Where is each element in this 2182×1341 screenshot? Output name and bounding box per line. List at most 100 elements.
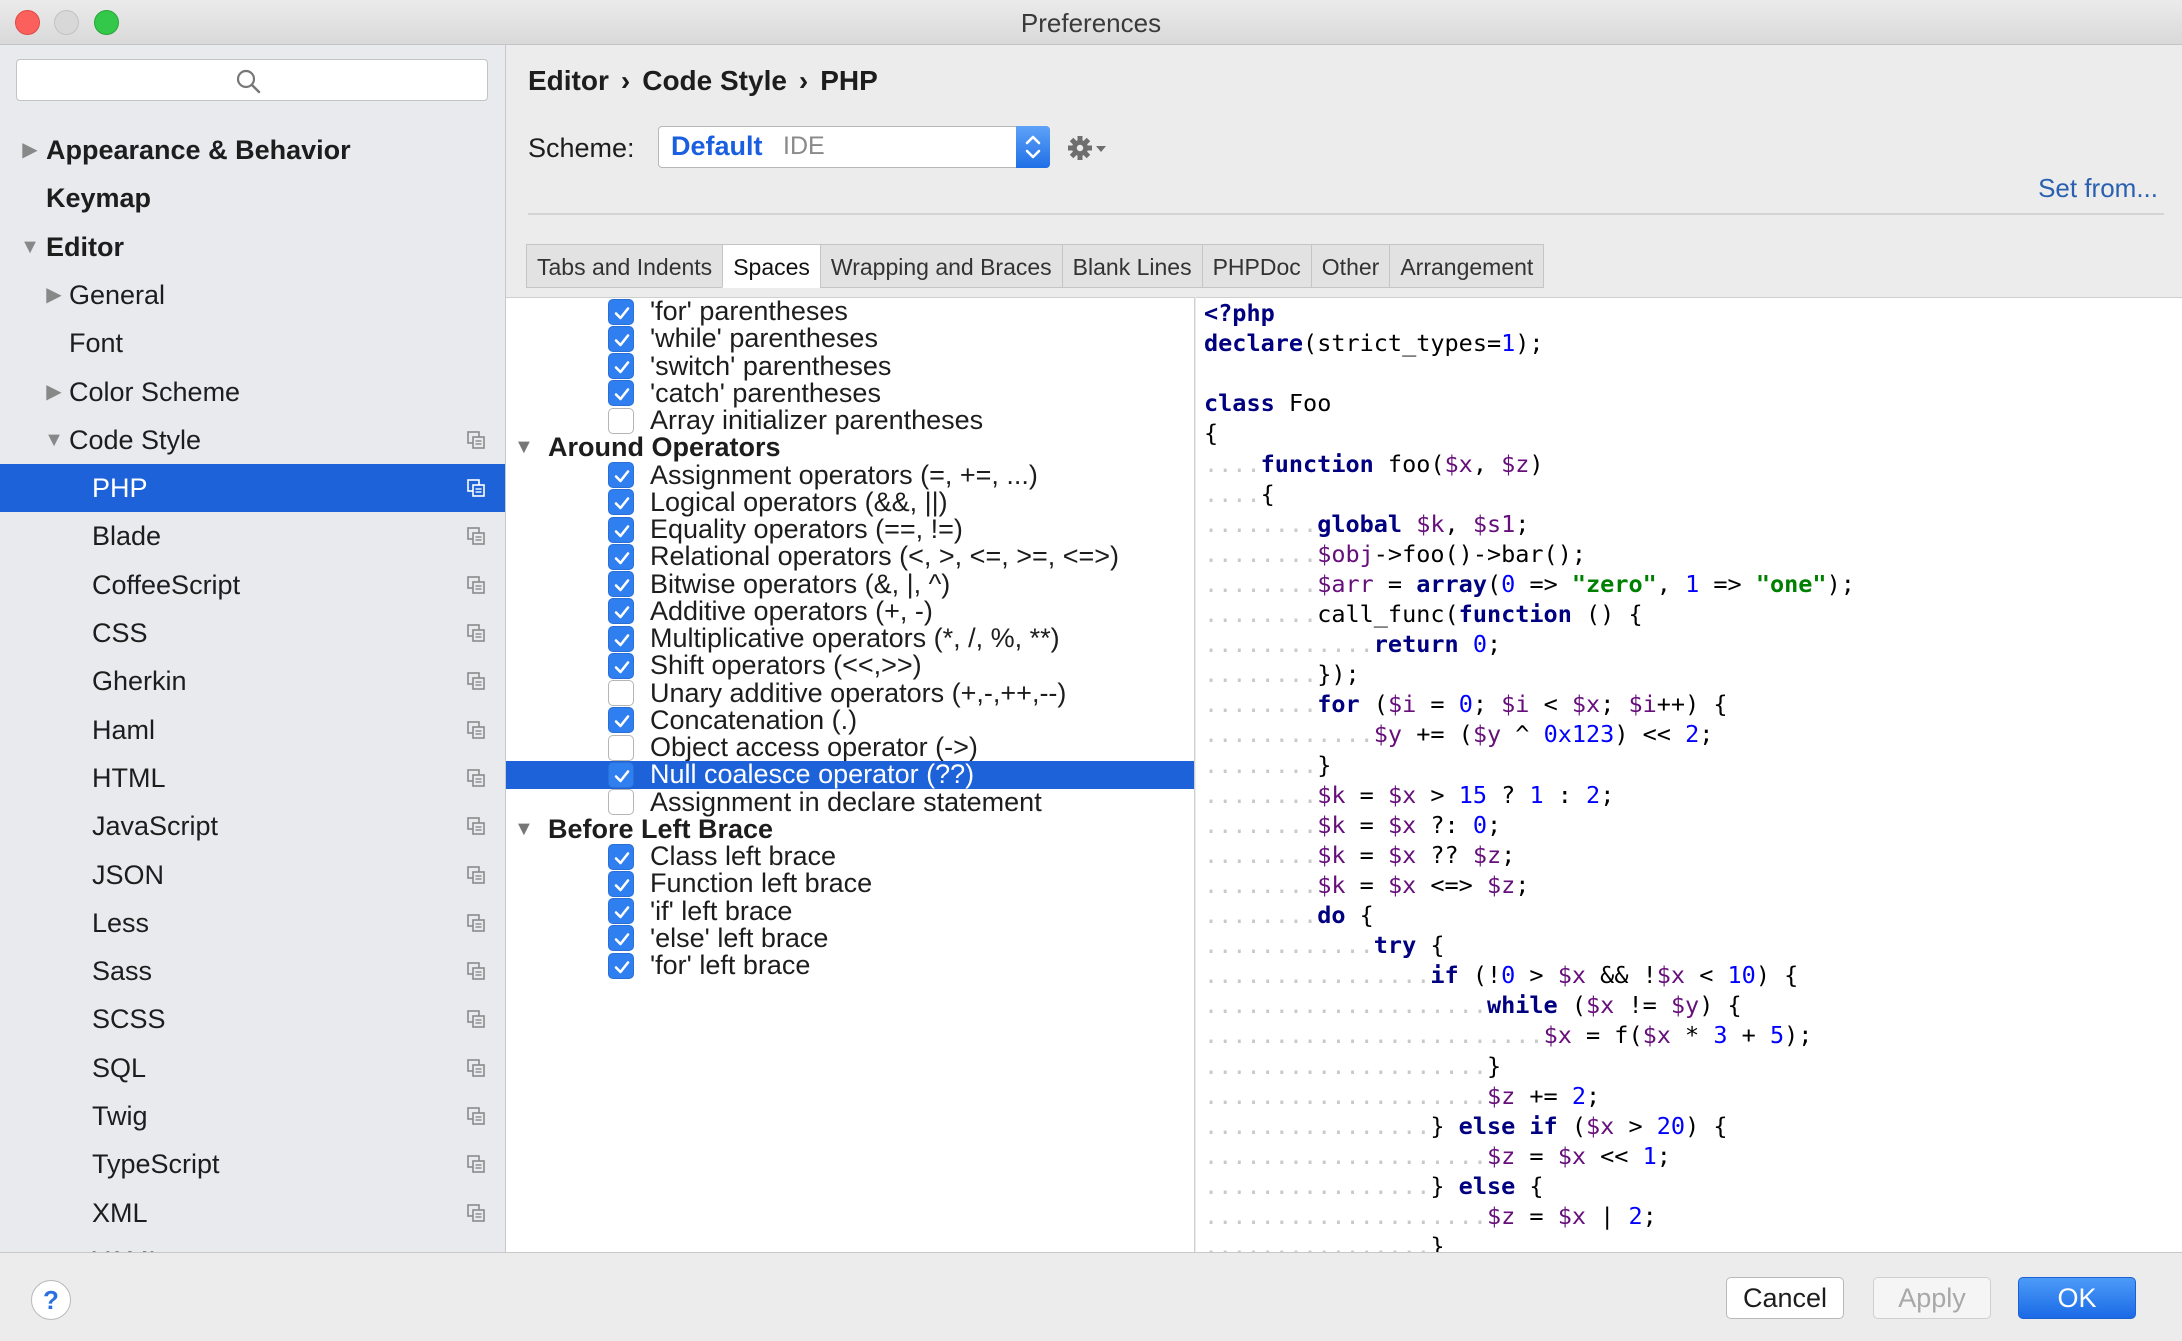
help-button[interactable]: ?	[31, 1280, 71, 1320]
sidebar-item-xml[interactable]: XML	[0, 1189, 505, 1237]
sidebar-item-php[interactable]: PHP	[0, 464, 505, 513]
option-row[interactable]: Additive operators (+, -)	[506, 597, 1194, 625]
expand-arrow-icon[interactable]: ▶	[42, 368, 66, 416]
sidebar-item-yaml[interactable]: YAML	[0, 1237, 505, 1252]
option-group-around-operators[interactable]: ▼ Around Operators	[506, 433, 1194, 461]
option-row[interactable]: Object access operator (->)	[506, 733, 1194, 761]
option-group-before-left-brace[interactable]: ▼ Before Left Brace	[506, 815, 1194, 843]
code-token: $y	[1373, 720, 1403, 749]
checkbox-checked[interactable]	[608, 543, 634, 570]
option-row[interactable]: 'for' parentheses	[506, 298, 1194, 325]
option-row[interactable]: Relational operators (<, >, <=, >=, <=>)	[506, 541, 1194, 572]
sidebar-item-less[interactable]: Less	[0, 899, 505, 947]
option-row[interactable]: Equality operators (==, !=)	[506, 515, 1194, 543]
checkbox-checked[interactable]	[608, 952, 634, 979]
code-line: ........$k = $x <=> $z;	[1204, 870, 1529, 900]
tab-wrapping-and-braces[interactable]: Wrapping and Braces	[819, 244, 1062, 288]
checkbox-checked[interactable]	[608, 761, 634, 788]
checkbox-checked[interactable]	[608, 843, 634, 870]
ok-button[interactable]: OK	[2018, 1277, 2136, 1319]
checkbox-checked[interactable]	[608, 598, 634, 625]
sidebar-item-blade[interactable]: Blade	[0, 512, 505, 560]
sidebar-item-code-style[interactable]: ▼ Code Style	[0, 416, 505, 464]
sidebar-item-scss[interactable]: SCSS	[0, 995, 505, 1043]
tab-other[interactable]: Other	[1310, 244, 1390, 288]
sidebar-item-typescript[interactable]: TypeScript	[0, 1140, 505, 1188]
option-label: Relational operators (<, >, <=, >=, <=>)	[650, 541, 1120, 572]
option-row[interactable]: Logical operators (&&, ||)	[506, 488, 1194, 516]
checkbox-checked[interactable]	[608, 380, 634, 407]
checkbox-checked[interactable]	[608, 489, 634, 516]
sidebar-item-editor[interactable]: ▼ Editor	[0, 223, 505, 271]
collapse-arrow-icon[interactable]: ▼	[514, 816, 538, 843]
sidebar-item-json[interactable]: JSON	[0, 851, 505, 899]
option-row[interactable]: 'catch' parentheses	[506, 379, 1194, 407]
checkbox-checked[interactable]	[608, 925, 634, 952]
option-row[interactable]: Class left brace	[506, 842, 1194, 870]
option-row[interactable]: 'while' parentheses	[506, 324, 1194, 352]
option-row[interactable]: Assignment in declare statement	[506, 788, 1194, 816]
sidebar-item-font[interactable]: Font	[0, 319, 505, 367]
tab-spaces[interactable]: Spaces	[722, 244, 820, 288]
sidebar-item-sass[interactable]: Sass	[0, 947, 505, 995]
settings-search-input[interactable]	[16, 59, 488, 101]
checkbox-checked[interactable]	[608, 625, 634, 652]
sidebar-item-coffeescript[interactable]: CoffeeScript	[0, 561, 505, 609]
sidebar-item-twig[interactable]: Twig	[0, 1092, 505, 1140]
expand-arrow-icon[interactable]: ▶	[18, 126, 42, 174]
checkbox-checked[interactable]	[608, 353, 634, 380]
option-row[interactable]: Bitwise operators (&, |, ^)	[506, 570, 1194, 598]
set-from-link[interactable]: Set from...	[2038, 173, 2158, 204]
checkbox-unchecked[interactable]	[608, 680, 634, 707]
sidebar-item-general[interactable]: ▶ General	[0, 271, 505, 319]
collapse-arrow-icon[interactable]: ▼	[42, 416, 66, 464]
sidebar-item-javascript[interactable]: JavaScript	[0, 802, 505, 850]
tab-phpdoc[interactable]: PHPDoc	[1201, 244, 1311, 288]
checkbox-checked[interactable]	[608, 462, 634, 489]
tab-blank-lines[interactable]: Blank Lines	[1061, 244, 1202, 288]
sidebar-item-label: Code Style	[69, 424, 202, 455]
checkbox-unchecked[interactable]	[608, 789, 634, 816]
option-row[interactable]: 'for' left brace	[506, 951, 1194, 979]
option-row[interactable]: Unary additive operators (+,-,++,--)	[506, 679, 1194, 707]
sidebar-item-haml[interactable]: Haml	[0, 706, 505, 754]
sidebar-item-html[interactable]: HTML	[0, 754, 505, 802]
checkbox-checked[interactable]	[608, 516, 634, 543]
sidebar-item-sql[interactable]: SQL	[0, 1044, 505, 1092]
collapse-arrow-icon[interactable]: ▼	[18, 223, 42, 271]
option-row[interactable]: Shift operators (<<,>>)	[506, 651, 1194, 679]
option-row[interactable]: 'else' left brace	[506, 924, 1194, 952]
option-row[interactable]: Null coalesce operator (??)	[506, 760, 1194, 789]
gear-icon[interactable]	[1066, 133, 1108, 163]
option-row[interactable]: 'switch' parentheses	[506, 352, 1194, 380]
sidebar-item-css[interactable]: CSS	[0, 609, 505, 657]
option-row[interactable]: Assignment operators (=, +=, ...)	[506, 461, 1194, 489]
scheme-select[interactable]: Default IDE	[658, 126, 1050, 168]
checkbox-unchecked[interactable]	[608, 734, 634, 761]
expand-arrow-icon[interactable]: ▶	[42, 271, 66, 319]
collapse-arrow-icon[interactable]: ▼	[514, 434, 538, 461]
checkbox-checked[interactable]	[608, 870, 634, 897]
option-row[interactable]: Function left brace	[506, 869, 1194, 897]
option-row[interactable]: Array initializer parentheses	[506, 406, 1194, 434]
tab-arrangement[interactable]: Arrangement	[1389, 244, 1545, 288]
sidebar-item-keymap[interactable]: Keymap	[0, 174, 505, 222]
checkbox-checked[interactable]	[608, 298, 634, 325]
checkbox-checked[interactable]	[608, 707, 634, 734]
code-token: )	[1529, 449, 1544, 478]
cancel-button[interactable]: Cancel	[1726, 1277, 1844, 1319]
option-row[interactable]: Concatenation (.)	[506, 706, 1194, 734]
checkbox-checked[interactable]	[608, 898, 634, 925]
checkbox-checked[interactable]	[608, 652, 634, 679]
checkbox-checked[interactable]	[608, 325, 634, 352]
option-row[interactable]: Multiplicative operators (*, /, %, **)	[506, 624, 1194, 652]
checkbox-checked[interactable]	[608, 571, 634, 598]
tab-tabs-and-indents[interactable]: Tabs and Indents	[526, 244, 723, 288]
sidebar-item-appearance-behavior[interactable]: ▶ Appearance & Behavior	[0, 126, 505, 174]
option-row[interactable]: 'if' left brace	[506, 897, 1194, 925]
code-token: function	[1458, 600, 1572, 628]
checkbox-unchecked[interactable]	[608, 407, 634, 434]
apply-button[interactable]: Apply	[1873, 1277, 1991, 1319]
sidebar-item-gherkin[interactable]: Gherkin	[0, 657, 505, 705]
sidebar-item-color-scheme[interactable]: ▶ Color Scheme	[0, 368, 505, 416]
